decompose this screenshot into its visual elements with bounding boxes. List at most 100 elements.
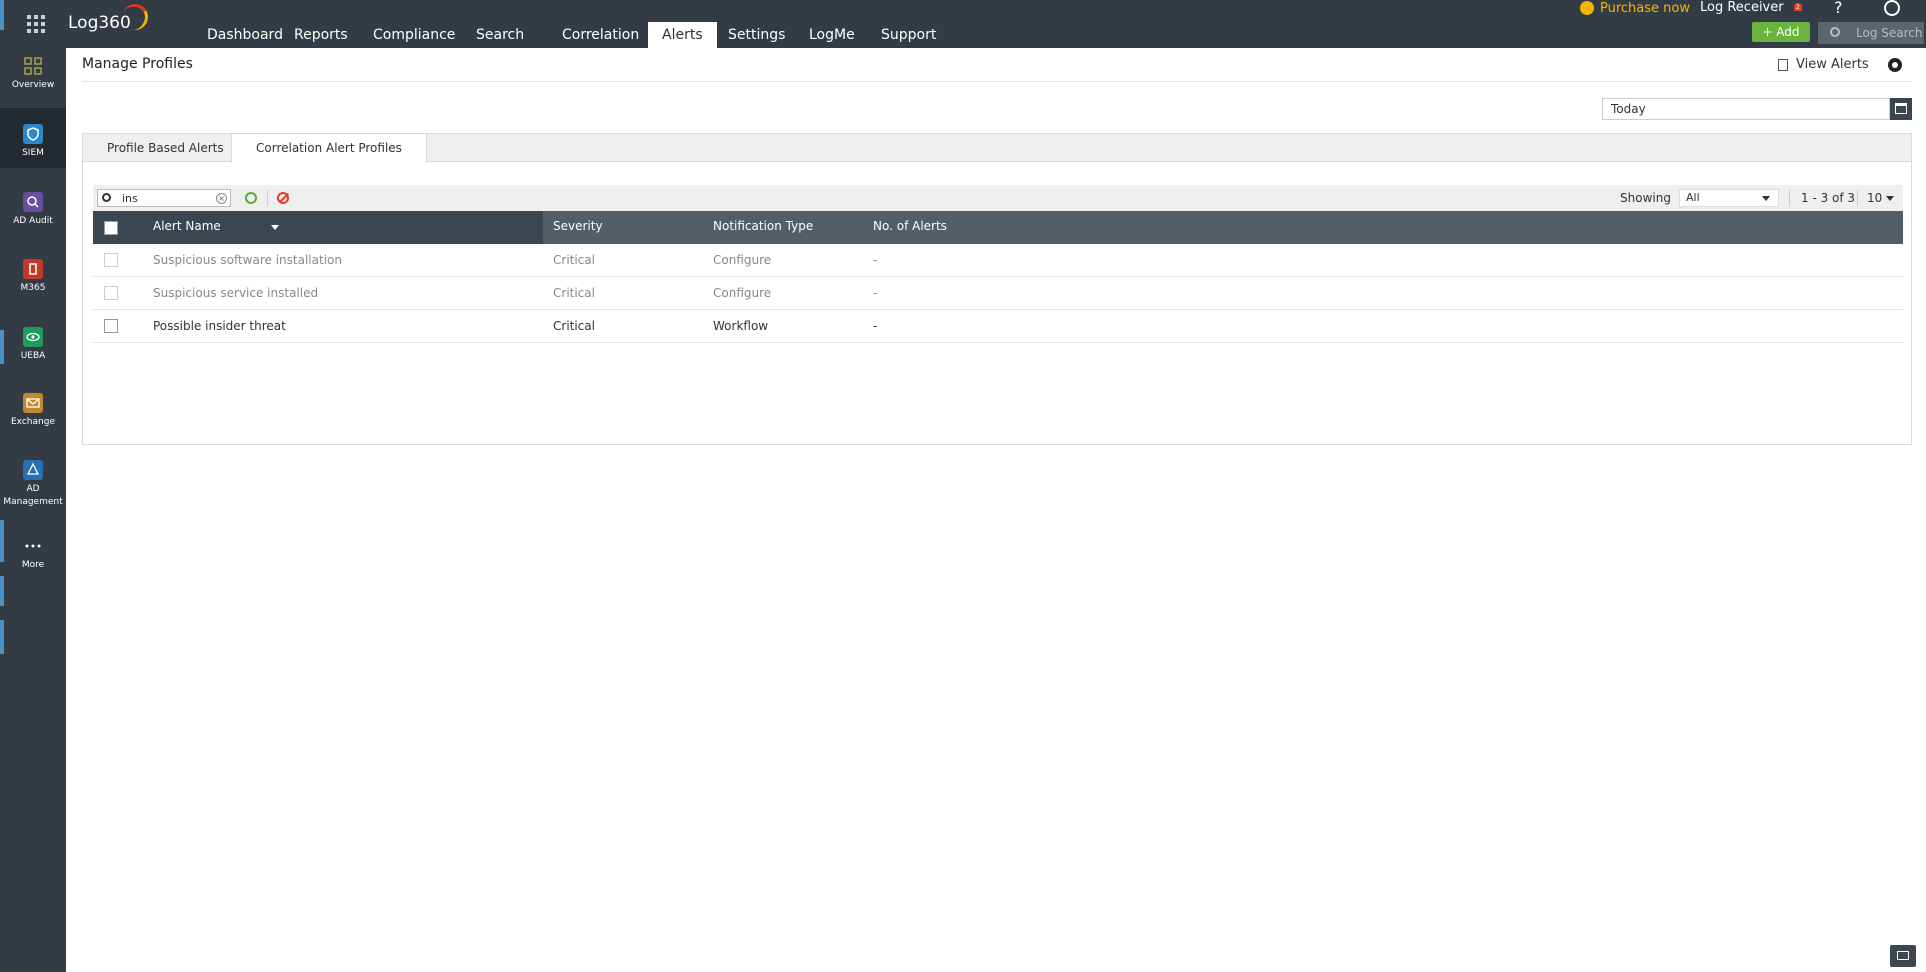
log-search-input[interactable]: Log Search <box>1818 22 1924 44</box>
chat-icon[interactable] <box>1890 945 1916 967</box>
column-header-no-of-alerts[interactable]: No. of Alerts <box>873 219 947 233</box>
sidebar-item-label: SIEM <box>22 148 44 158</box>
sidebar-accent <box>0 0 4 30</box>
header-checkbox-cell <box>93 211 143 244</box>
tab-settings[interactable]: Settings <box>714 22 799 48</box>
clear-search-icon[interactable]: × <box>216 193 227 204</box>
sidebar-item-exchange[interactable]: Exchange <box>0 393 66 441</box>
add-button[interactable]: + Add <box>1752 22 1810 42</box>
calendar-button[interactable] <box>1890 98 1912 120</box>
alert-count-cell: - <box>873 286 878 300</box>
sidebar-item-label-line2: Management <box>3 497 63 507</box>
sidebar-accent <box>0 620 4 654</box>
view-alerts-button[interactable]: View Alerts <box>1778 57 1869 72</box>
subtab-bar: Profile Based Alerts Correlation Alert P… <box>83 134 1911 163</box>
exchange-mail-icon <box>23 393 43 413</box>
alert-name-header-cell[interactable]: Alert Name <box>143 211 543 244</box>
sidebar-item-label: UEBA <box>20 351 46 361</box>
alert-name-cell: Suspicious service installed <box>153 286 319 300</box>
log-search-placeholder: Log Search <box>1856 26 1923 40</box>
tab-support[interactable]: Support <box>867 22 950 48</box>
gear-icon[interactable] <box>1888 58 1902 72</box>
row-checkbox[interactable] <box>104 253 118 267</box>
tab-logme[interactable]: LogMe <box>795 22 869 48</box>
calendar-icon <box>1895 103 1907 114</box>
tab-reports[interactable]: Reports <box>280 22 362 48</box>
tab-compliance[interactable]: Compliance <box>359 22 469 48</box>
sort-desc-icon <box>271 225 279 230</box>
document-icon <box>1778 58 1788 71</box>
sidebar-item-label: Exchange <box>11 417 55 427</box>
column-header-severity[interactable]: Severity <box>553 219 603 233</box>
sidebar-item-label: Overview <box>11 80 55 90</box>
search-box: × <box>97 189 231 207</box>
table-row[interactable]: Possible insider threat Critical Workflo… <box>93 310 1903 343</box>
table-row[interactable]: Suspicious software installation Critica… <box>93 244 1903 277</box>
sidebar-accent <box>0 576 4 606</box>
purchase-now-link[interactable]: Purchase now <box>1580 0 1690 16</box>
severity-cell: Critical <box>553 286 595 300</box>
apply-filter-icon[interactable] <box>245 192 257 204</box>
select-all-checkbox[interactable] <box>104 221 118 235</box>
m365-office-icon <box>23 259 43 279</box>
sidebar-item-overview[interactable]: Overview <box>0 56 66 104</box>
shield-icon <box>23 124 43 144</box>
ad-audit-icon <box>23 192 43 212</box>
purchase-label: Purchase now <box>1600 0 1690 16</box>
view-alerts-label: View Alerts <box>1796 57 1869 72</box>
sidebar-item-label: M365 <box>20 283 46 293</box>
alert-name-cell: Suspicious software installation <box>153 253 342 267</box>
help-icon[interactable]: ? <box>1834 0 1843 17</box>
date-range-field[interactable]: Today <box>1602 98 1890 120</box>
header-divider <box>82 81 1912 82</box>
notification-bell-icon[interactable]: 2 <box>1790 0 1806 14</box>
app-logo[interactable]: Log360 <box>68 1 151 33</box>
row-checkbox[interactable] <box>104 286 118 300</box>
apps-grid-icon[interactable] <box>26 14 46 34</box>
alert-count-cell: - <box>873 319 878 333</box>
sidebar-item-ad-audit[interactable]: AD Audit <box>0 192 66 240</box>
svg-text:2: 2 <box>1796 4 1800 11</box>
sidebar-item-more[interactable]: More <box>0 536 66 576</box>
tab-correlation-alert-profiles[interactable]: Correlation Alert Profiles <box>231 134 427 163</box>
filter-toolbar: × Showing All 1 - 3 of 3 10 <box>93 185 1903 211</box>
configure-link[interactable]: Configure <box>713 286 771 300</box>
alert-name-cell: Possible insider threat <box>153 319 286 333</box>
column-header-notification-type[interactable]: Notification Type <box>713 219 813 233</box>
cart-icon <box>1580 1 1594 15</box>
sidebar-item-ueba[interactable]: UEBA <box>0 327 66 375</box>
more-dots-icon <box>23 536 43 556</box>
notification-type-cell: Workflow <box>713 319 769 333</box>
sidebar-item-label: AD Audit <box>13 216 53 226</box>
top-navigation-bar: Log360 Dashboard Reports Compliance Sear… <box>66 0 1926 48</box>
profiles-panel: Profile Based Alerts Correlation Alert P… <box>82 133 1912 445</box>
row-checkbox[interactable] <box>104 319 118 333</box>
sidebar-item-siem[interactable]: SIEM <box>0 108 66 168</box>
sidebar-item-label: More <box>21 560 45 570</box>
page-title: Manage Profiles <box>82 56 193 72</box>
chat-bubble-icon <box>1897 951 1909 960</box>
cancel-filter-icon[interactable] <box>277 192 289 204</box>
toolbar-divider <box>1857 190 1858 206</box>
log-receiver-link[interactable]: Log Receiver <box>1700 0 1784 15</box>
toolbar-divider <box>267 190 268 206</box>
tab-profile-based-alerts[interactable]: Profile Based Alerts <box>83 134 248 162</box>
tab-correlation[interactable]: Correlation <box>548 22 653 48</box>
column-header-alert-name: Alert Name <box>153 219 221 233</box>
severity-cell: Critical <box>553 253 595 267</box>
pagination-info: 1 - 3 of 3 <box>1801 191 1856 205</box>
search-icon <box>102 193 111 202</box>
search-icon <box>1830 27 1840 37</box>
sidebar-item-m365[interactable]: M365 <box>0 259 66 307</box>
per-page-dropdown[interactable]: 10 <box>1867 191 1895 205</box>
tab-alerts[interactable]: Alerts <box>648 22 717 48</box>
user-avatar-icon[interactable] <box>1884 0 1900 16</box>
showing-dropdown[interactable]: All <box>1679 189 1779 207</box>
left-sidebar: Overview SIEM AD Audit M365 UEBA Exchang… <box>0 0 66 972</box>
configure-link[interactable]: Configure <box>713 253 771 267</box>
ad-management-icon <box>23 460 43 480</box>
table-row[interactable]: Suspicious service installed Critical Co… <box>93 277 1903 310</box>
search-input[interactable] <box>122 191 212 205</box>
tab-search[interactable]: Search <box>462 22 538 48</box>
sidebar-item-ad-management[interactable]: AD Management <box>0 460 66 520</box>
